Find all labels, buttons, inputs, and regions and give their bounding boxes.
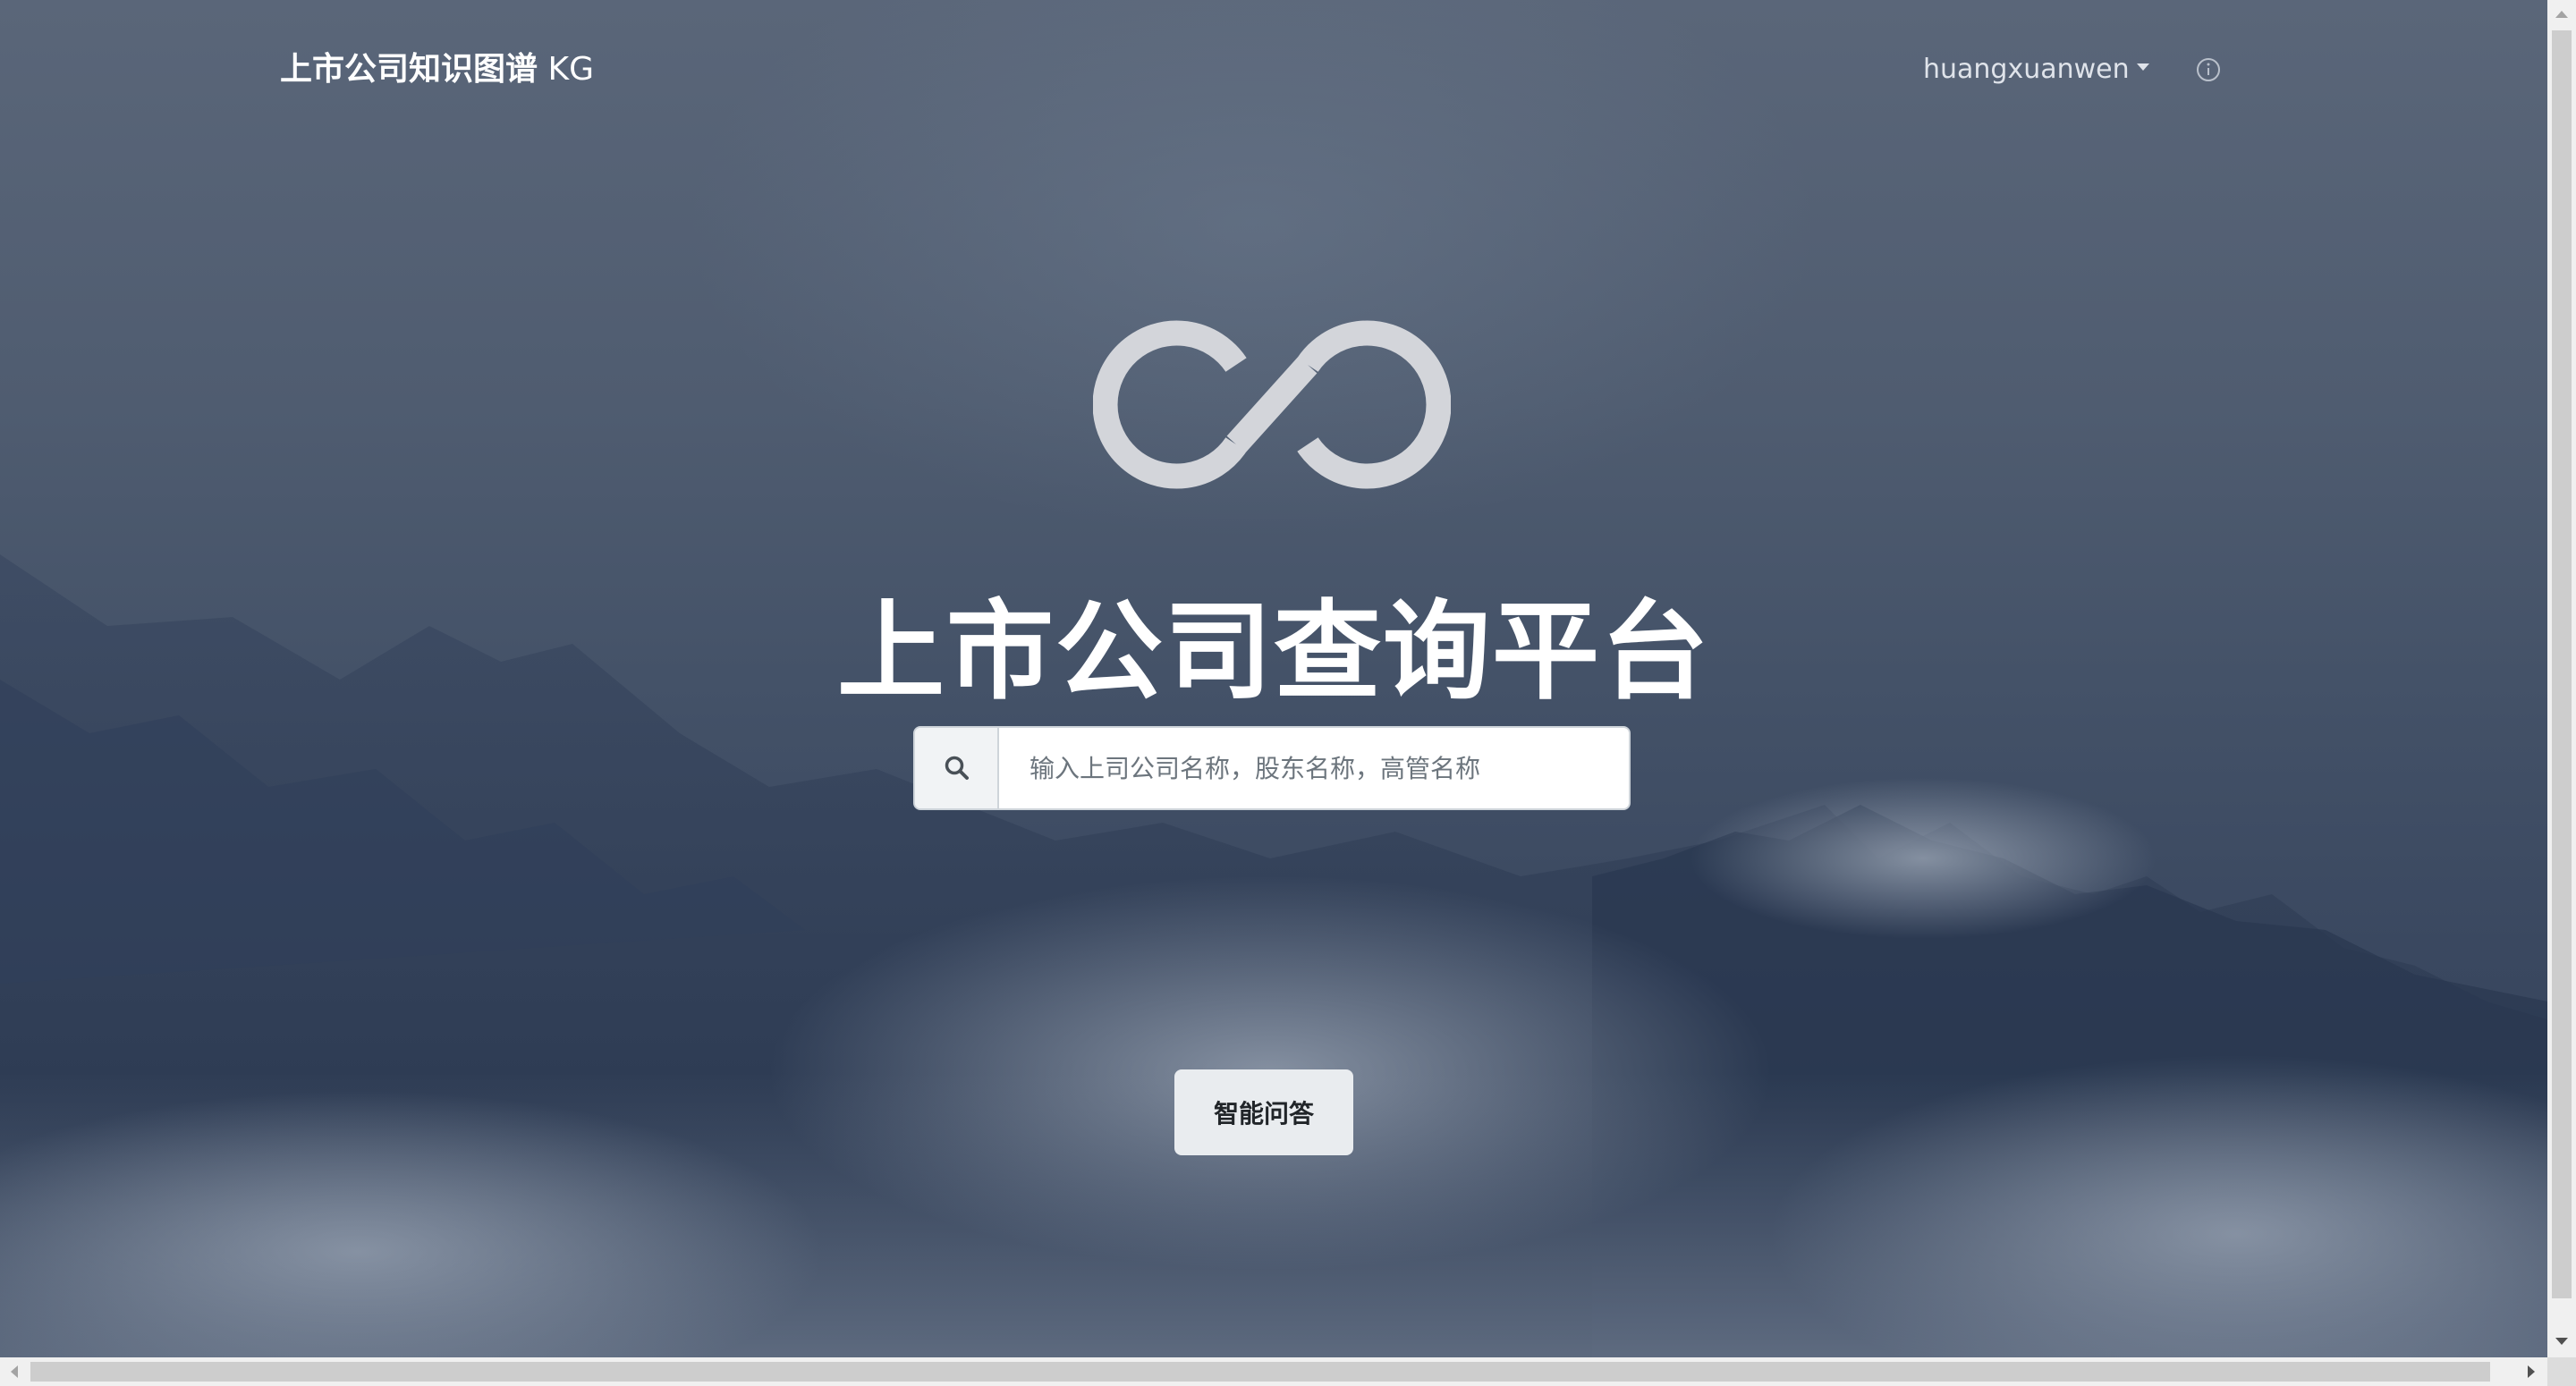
scrollbar-corner <box>2547 1357 2576 1386</box>
vertical-scroll-thumb[interactable] <box>2552 30 2572 1298</box>
search-bar <box>913 726 1631 810</box>
search-button[interactable] <box>915 728 999 808</box>
background-hero: 上市公司知识图谱 KG huangxuanwen 上市公司查询平台 智能问答 <box>0 0 2547 1357</box>
infinity-logo-icon <box>1093 320 1451 489</box>
page-title: 上市公司查询平台 <box>837 590 1710 714</box>
horizontal-scrollbar[interactable] <box>0 1357 2547 1386</box>
info-circle-icon[interactable] <box>2196 57 2221 82</box>
search-input[interactable] <box>999 728 1629 808</box>
brand-link[interactable]: 上市公司知识图谱 KG <box>280 48 594 91</box>
user-dropdown[interactable]: huangxuanwen <box>1923 50 2149 89</box>
brand-suffix: KG <box>547 51 594 88</box>
scroll-up-arrow-icon[interactable] <box>2555 11 2568 18</box>
caret-down-icon <box>2136 63 2149 71</box>
brand-title: 上市公司知识图谱 <box>280 51 538 88</box>
scroll-down-arrow-icon[interactable] <box>2555 1338 2568 1345</box>
scroll-right-arrow-icon[interactable] <box>2528 1365 2535 1378</box>
smart-qa-button[interactable]: 智能问答 <box>1174 1069 1353 1155</box>
username-label: huangxuanwen <box>1923 54 2130 85</box>
top-navbar: 上市公司知识图谱 KG huangxuanwen <box>0 0 2547 143</box>
horizontal-scroll-thumb[interactable] <box>30 1362 2490 1382</box>
scroll-left-arrow-icon[interactable] <box>11 1365 18 1378</box>
search-icon <box>945 756 969 780</box>
vertical-scrollbar[interactable] <box>2547 0 2576 1357</box>
